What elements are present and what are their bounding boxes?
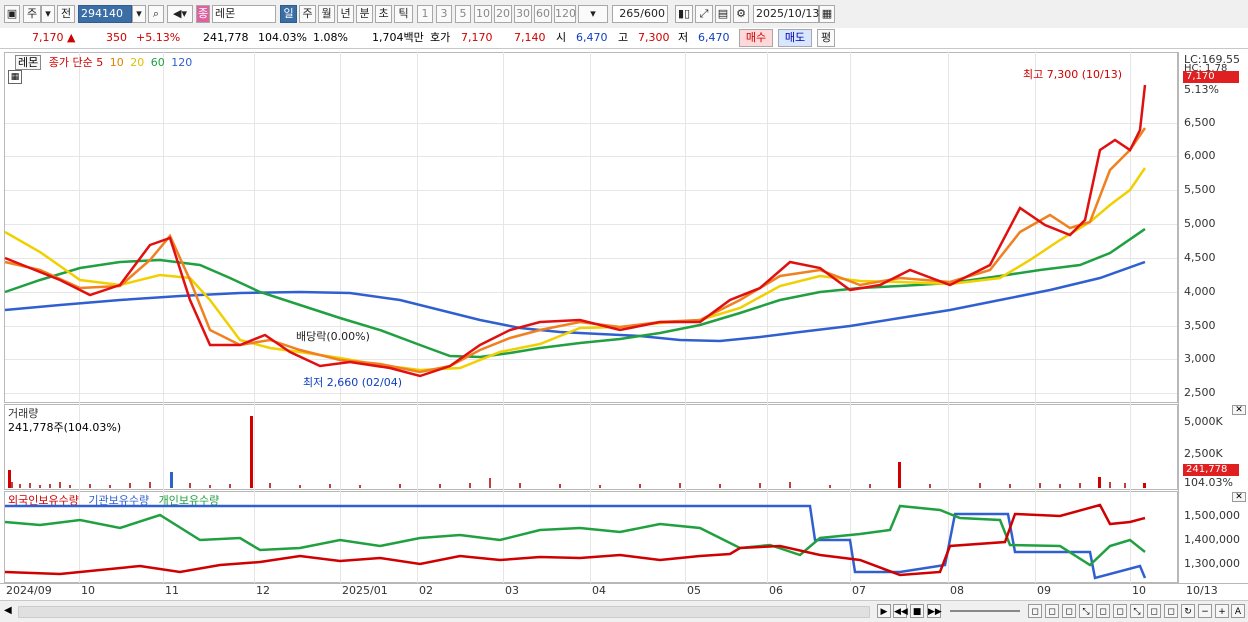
tool-icon[interactable]: ⤡: [1079, 604, 1093, 618]
x-axis: [0, 583, 1248, 601]
institution-line: [5, 504, 1147, 580]
tool-icon[interactable]: ◻: [1147, 604, 1161, 618]
foreign-line: [4, 503, 1146, 577]
x-label: 04: [592, 584, 606, 597]
x-label: 09: [1037, 584, 1051, 597]
last-page-icon[interactable]: ▶▶: [927, 604, 942, 618]
x-label: 07: [852, 584, 866, 597]
x-end-label: 10/13: [1186, 584, 1218, 597]
tool-icon[interactable]: ◻: [1096, 604, 1110, 618]
tool-icon[interactable]: ◻: [1028, 604, 1042, 618]
x-label: 08: [950, 584, 964, 597]
x-label: 10: [1132, 584, 1146, 597]
tool-icon[interactable]: ⤡: [1130, 604, 1144, 618]
x-label: 10: [81, 584, 95, 597]
scroll-left-icon[interactable]: ◀: [4, 604, 16, 618]
x-label: 2024/09: [6, 584, 52, 597]
zoom-out-icon[interactable]: −: [1198, 604, 1212, 618]
tool-icon[interactable]: ◻: [1164, 604, 1178, 618]
scroll-track[interactable]: [18, 606, 870, 618]
x-label: 03: [505, 584, 519, 597]
x-label: 02: [419, 584, 433, 597]
tool-icon[interactable]: ◻: [1113, 604, 1127, 618]
scroll-right-icon[interactable]: ▶: [877, 604, 891, 618]
tool-icon[interactable]: ◻: [1045, 604, 1059, 618]
auto-scale-icon[interactable]: A: [1231, 604, 1245, 618]
zoom-in-icon[interactable]: +: [1215, 604, 1229, 618]
zoom-reset-icon[interactable]: ↻: [1181, 604, 1195, 618]
x-label: 2025/01: [342, 584, 388, 597]
x-label: 05: [687, 584, 701, 597]
stop-icon[interactable]: ■: [910, 604, 924, 618]
first-page-icon[interactable]: ◀◀: [893, 604, 908, 618]
x-label: 06: [769, 584, 783, 597]
tool-icon[interactable]: ◻: [1062, 604, 1076, 618]
holding-chart: [4, 503, 1147, 580]
x-label: 12: [256, 584, 270, 597]
zoom-slider[interactable]: [950, 610, 1020, 612]
scroll-bar: ◀ ▶ ◀◀ ■ ▶▶ ◻ ◻ ◻ ⤡ ◻ ◻ ⤡ ◻ ◻ ↻ − + A: [0, 600, 1248, 622]
x-label: 11: [165, 584, 179, 597]
